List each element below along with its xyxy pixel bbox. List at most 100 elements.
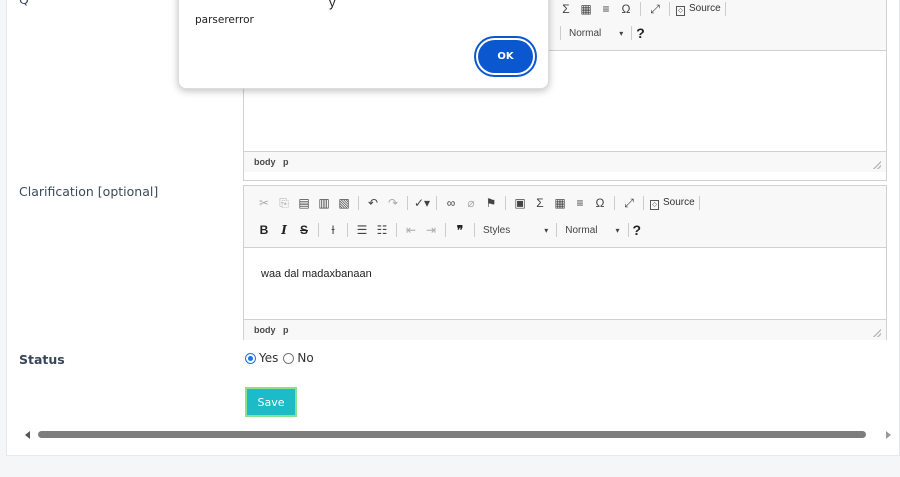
- maximize-icon[interactable]: ⤢: [621, 196, 637, 211]
- source-doc-icon: ◇: [650, 199, 659, 210]
- bulleted-list-icon[interactable]: ☷: [374, 223, 390, 237]
- editor-toolbar: ✂ ⎘ ▤ ▥ ▧ ↶ ↷ ✓▾ ∞ ⌀ ⚑ ▣ Σ ▦ ≡ Ω ⤢ ◇ Sou…: [244, 186, 886, 248]
- redo-icon[interactable]: ↷: [385, 196, 401, 210]
- outdent-icon[interactable]: ⇤: [403, 223, 419, 237]
- source-button[interactable]: ◇ Source: [650, 197, 695, 210]
- status-radio-group: Yes No: [245, 351, 319, 365]
- dialog-message: parsererror: [195, 14, 254, 26]
- clarification-label: Clarification [optional]: [19, 184, 159, 199]
- editor-footer: body p: [244, 151, 886, 172]
- toolbar-separator: [358, 196, 359, 210]
- cut-icon[interactable]: ✂: [256, 196, 272, 210]
- scroll-left-arrow-icon[interactable]: [25, 431, 30, 439]
- table-icon[interactable]: ▦: [578, 2, 594, 16]
- toolbar-separator: [724, 2, 726, 16]
- horizontal-line-icon[interactable]: ≡: [598, 2, 614, 16]
- anchor-flag-icon[interactable]: ⚑: [483, 196, 499, 210]
- toolbar-row-1: ✂ ⎘ ▤ ▥ ▧ ↶ ↷ ✓▾ ∞ ⌀ ⚑ ▣ Σ ▦ ≡ Ω ⤢ ◇ Sou…: [254, 193, 704, 213]
- horizontal-line-icon[interactable]: ≡: [572, 196, 588, 210]
- source-button[interactable]: ◇ Source: [676, 3, 721, 16]
- toolbar-separator: [556, 223, 558, 237]
- spellcheck-icon[interactable]: ✓▾: [414, 196, 430, 210]
- source-label: Source: [689, 2, 721, 14]
- omega-icon[interactable]: Ω: [592, 196, 608, 210]
- toolbar-separator: [396, 223, 397, 237]
- chevron-down-icon: ▾: [619, 28, 624, 38]
- numbered-list-icon[interactable]: ☰: [354, 223, 370, 237]
- element-path: body p: [254, 157, 294, 167]
- unlink-icon[interactable]: ⌀: [463, 196, 479, 210]
- resize-handle-icon[interactable]: [873, 161, 881, 169]
- toolbar-separator: [614, 196, 615, 210]
- status-no-label: No: [297, 351, 314, 365]
- styles-value: Styles: [483, 224, 511, 236]
- help-button[interactable]: ?: [636, 25, 645, 41]
- path-body[interactable]: body: [254, 157, 276, 167]
- element-path: body p: [254, 325, 294, 335]
- blockquote-icon[interactable]: ❞: [452, 223, 468, 237]
- path-body[interactable]: body: [254, 325, 276, 335]
- toolbar-separator: [669, 2, 670, 16]
- path-p[interactable]: p: [283, 157, 289, 167]
- status-yes-radio[interactable]: [245, 352, 256, 364]
- toolbar-separator: [640, 2, 641, 16]
- status-no-radio[interactable]: [283, 352, 295, 364]
- omega-icon[interactable]: Ω: [618, 2, 634, 16]
- resize-handle-icon[interactable]: [873, 329, 881, 337]
- horizontal-scrollbar[interactable]: [25, 430, 891, 440]
- format-combo[interactable]: Normal ▾: [569, 28, 623, 39]
- clarification-editor: ✂ ⎘ ▤ ▥ ▧ ↶ ↷ ✓▾ ∞ ⌀ ⚑ ▣ Σ ▦ ≡ Ω ⤢ ◇ Sou…: [243, 185, 887, 340]
- alert-dialog: y parsererror OK: [178, 0, 549, 89]
- toolbar-separator: [698, 196, 700, 210]
- chevron-down-icon: ▾: [615, 225, 620, 235]
- toolbar-separator: [631, 26, 633, 40]
- status-label: Status: [19, 352, 65, 367]
- paste-text-icon[interactable]: ▥: [316, 196, 332, 210]
- paste-icon[interactable]: ▤: [296, 196, 312, 210]
- chevron-down-icon: ▾: [544, 225, 549, 235]
- styles-combo[interactable]: Styles ▾: [483, 225, 548, 236]
- sigma-icon[interactable]: Σ: [558, 2, 574, 16]
- strikethrough-button[interactable]: S: [296, 223, 312, 237]
- toolbar-separator: [474, 223, 475, 237]
- ok-button[interactable]: OK: [478, 40, 533, 73]
- source-label: Source: [663, 196, 695, 208]
- toolbar-row-2: B I S Ɨ ☰ ☷ ⇤ ⇥ ❞ Styles ▾ Normal ▾ ?: [254, 220, 641, 240]
- paste-word-icon[interactable]: ▧: [336, 196, 352, 210]
- toolbar-separator: [643, 196, 644, 210]
- remove-format-icon[interactable]: Ɨ: [325, 223, 341, 237]
- editor-footer: body p: [244, 319, 886, 340]
- toolbar-separator: [407, 196, 408, 210]
- toolbar-separator: [560, 26, 561, 40]
- scroll-right-arrow-icon[interactable]: [886, 431, 891, 439]
- indent-icon[interactable]: ⇥: [423, 223, 439, 237]
- format-value: Normal: [569, 27, 602, 39]
- toolbar-separator: [445, 223, 446, 237]
- table-icon[interactable]: ▦: [552, 196, 568, 210]
- bold-button[interactable]: B: [256, 223, 272, 237]
- status-yes-label: Yes: [259, 351, 279, 365]
- maximize-icon[interactable]: ⤢: [647, 2, 663, 17]
- toolbar-row-1: Σ ▦ ≡ Ω ⤢ ◇ Source: [556, 0, 730, 19]
- copy-icon[interactable]: ⎘: [276, 196, 292, 211]
- undo-icon[interactable]: ↶: [365, 196, 381, 210]
- link-icon[interactable]: ∞: [443, 196, 459, 210]
- scrollbar-thumb[interactable]: [38, 431, 866, 438]
- format-combo[interactable]: Normal ▾: [565, 225, 619, 236]
- toolbar-separator: [347, 223, 348, 237]
- sigma-icon[interactable]: Σ: [532, 196, 548, 210]
- editor-content[interactable]: waa dal madaxbanaan: [244, 248, 886, 319]
- toolbar-separator: [505, 196, 506, 210]
- help-button[interactable]: ?: [633, 222, 642, 238]
- toolbar-separator: [436, 196, 437, 210]
- save-button[interactable]: Save: [245, 387, 297, 417]
- question-label: Q: [19, 0, 29, 7]
- toolbar-row-2: Normal ▾ ?: [556, 23, 645, 43]
- dialog-title: y: [329, 0, 336, 10]
- toolbar-separator: [318, 223, 319, 237]
- image-icon[interactable]: ▣: [512, 196, 528, 210]
- editor-text: waa dal madaxbanaan: [261, 268, 372, 280]
- path-p[interactable]: p: [283, 325, 289, 335]
- toolbar-separator: [627, 223, 629, 237]
- italic-button[interactable]: I: [276, 223, 292, 237]
